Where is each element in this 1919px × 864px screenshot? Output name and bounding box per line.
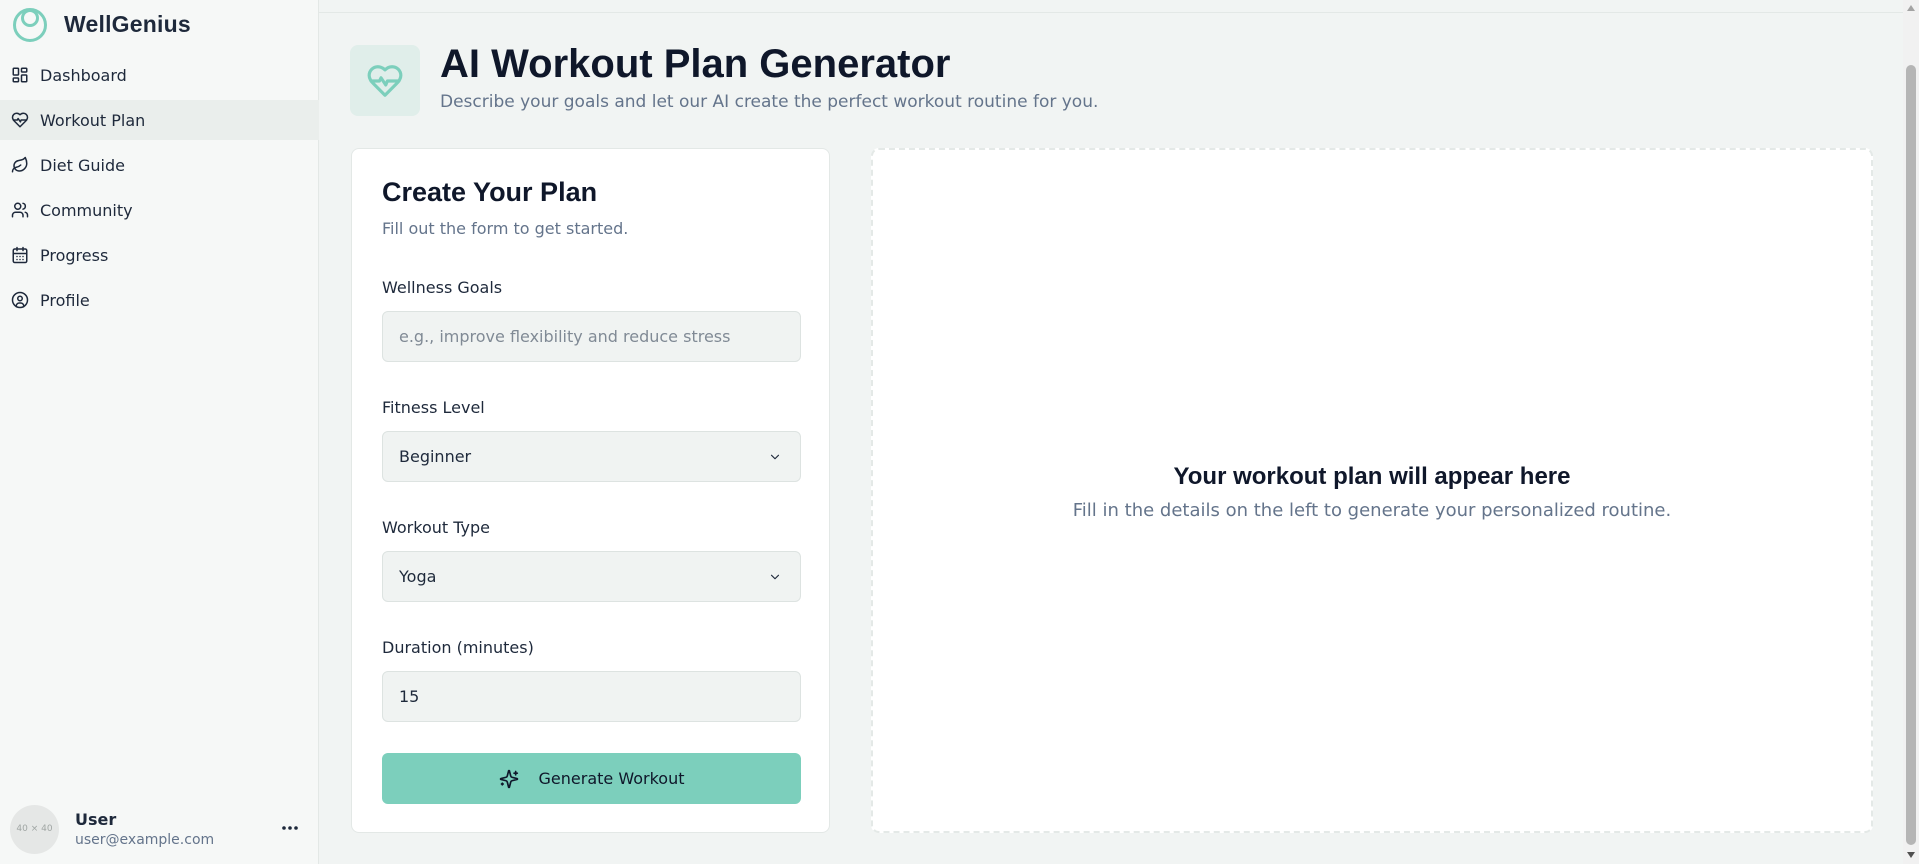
sidebar-item-workout-plan[interactable]: Workout Plan [0, 100, 319, 140]
logo-icon [13, 8, 47, 42]
leaf-icon [11, 156, 28, 173]
result-empty-title: Your workout plan will appear here [1173, 463, 1571, 490]
wellness-goals-placeholder: e.g., improve flexibility and reduce str… [399, 327, 731, 346]
sidebar-item-progress[interactable]: Progress [0, 235, 319, 275]
chevron-down-icon [770, 574, 780, 580]
user-email: user@example.com [75, 832, 215, 848]
scrollbar-thumb[interactable] [1906, 65, 1916, 845]
sidebar-item-label: Community [40, 200, 133, 220]
generate-workout-button[interactable]: Generate Workout [382, 753, 801, 804]
avatar-placeholder-text: 40 × 40 [16, 824, 53, 834]
user-info: User user@example.com [75, 810, 214, 848]
user-name: User [75, 810, 117, 829]
heart-pulse-icon [367, 64, 403, 97]
dashboard-icon [12, 67, 28, 83]
sidebar-item-label: Progress [40, 245, 109, 265]
wellness-goals-label: Wellness Goals [382, 278, 503, 297]
fitness-level-value: Beginner [399, 447, 472, 466]
sidebar-item-profile[interactable]: Profile [0, 280, 319, 320]
brand[interactable]: WellGenius [12, 4, 191, 44]
sidebar-item-label: Dashboard [40, 65, 127, 85]
sidebar-item-label: Profile [40, 290, 90, 310]
plan-form-card: Create Your Plan Fill out the form to ge… [351, 148, 830, 833]
workout-type-label: Workout Type [382, 518, 490, 537]
sidebar: WellGenius Dashboard Workout Plan Diet G… [0, 0, 319, 864]
sidebar-item-dashboard[interactable]: Dashboard [0, 55, 319, 95]
scroll-down-arrow-icon[interactable] [1907, 852, 1915, 858]
brand-name: WellGenius [64, 10, 191, 37]
page-subtitle: Describe your goals and let our AI creat… [440, 92, 1099, 112]
fitness-level-select[interactable]: Beginner [382, 431, 801, 482]
user-circle-icon [11, 291, 29, 309]
sparkles-icon [499, 769, 518, 788]
header-icon-tile [350, 45, 420, 116]
sidebar-nav: Dashboard Workout Plan Diet Guide Commun… [0, 55, 319, 325]
sidebar-item-label: Workout Plan [40, 110, 146, 130]
form-description: Fill out the form to get started. [382, 219, 629, 238]
workout-plan-result-panel: Your workout plan will appear here Fill … [871, 148, 1873, 833]
workout-type-select[interactable]: Yoga [382, 551, 801, 602]
user-card[interactable]: 40 × 40 User user@example.com [10, 804, 310, 854]
duration-input[interactable]: 15 [382, 671, 801, 722]
more-horizontal-icon[interactable] [278, 818, 302, 838]
result-empty-description: Fill in the details on the left to gener… [1072, 500, 1672, 521]
sidebar-item-label: Diet Guide [40, 155, 125, 175]
fitness-level-label: Fitness Level [382, 398, 485, 417]
users-icon [11, 202, 29, 218]
chevron-down-icon [770, 454, 780, 460]
heart-pulse-icon [11, 112, 29, 128]
top-bar [319, 0, 1903, 13]
avatar: 40 × 40 [10, 804, 59, 854]
duration-label: Duration (minutes) [382, 638, 534, 657]
wellness-goals-input[interactable]: e.g., improve flexibility and reduce str… [382, 311, 801, 362]
scroll-up-arrow-icon[interactable] [1907, 5, 1915, 11]
sidebar-item-diet-guide[interactable]: Diet Guide [0, 145, 319, 185]
generate-workout-label: Generate Workout [538, 769, 685, 788]
page-title: AI Workout Plan Generator [440, 42, 951, 86]
page-scrollbar[interactable] [1903, 0, 1919, 864]
calendar-icon [12, 246, 28, 264]
duration-value: 15 [399, 687, 420, 706]
form-title: Create Your Plan [382, 177, 598, 207]
sidebar-item-community[interactable]: Community [0, 190, 319, 230]
workout-type-value: Yoga [399, 567, 437, 586]
